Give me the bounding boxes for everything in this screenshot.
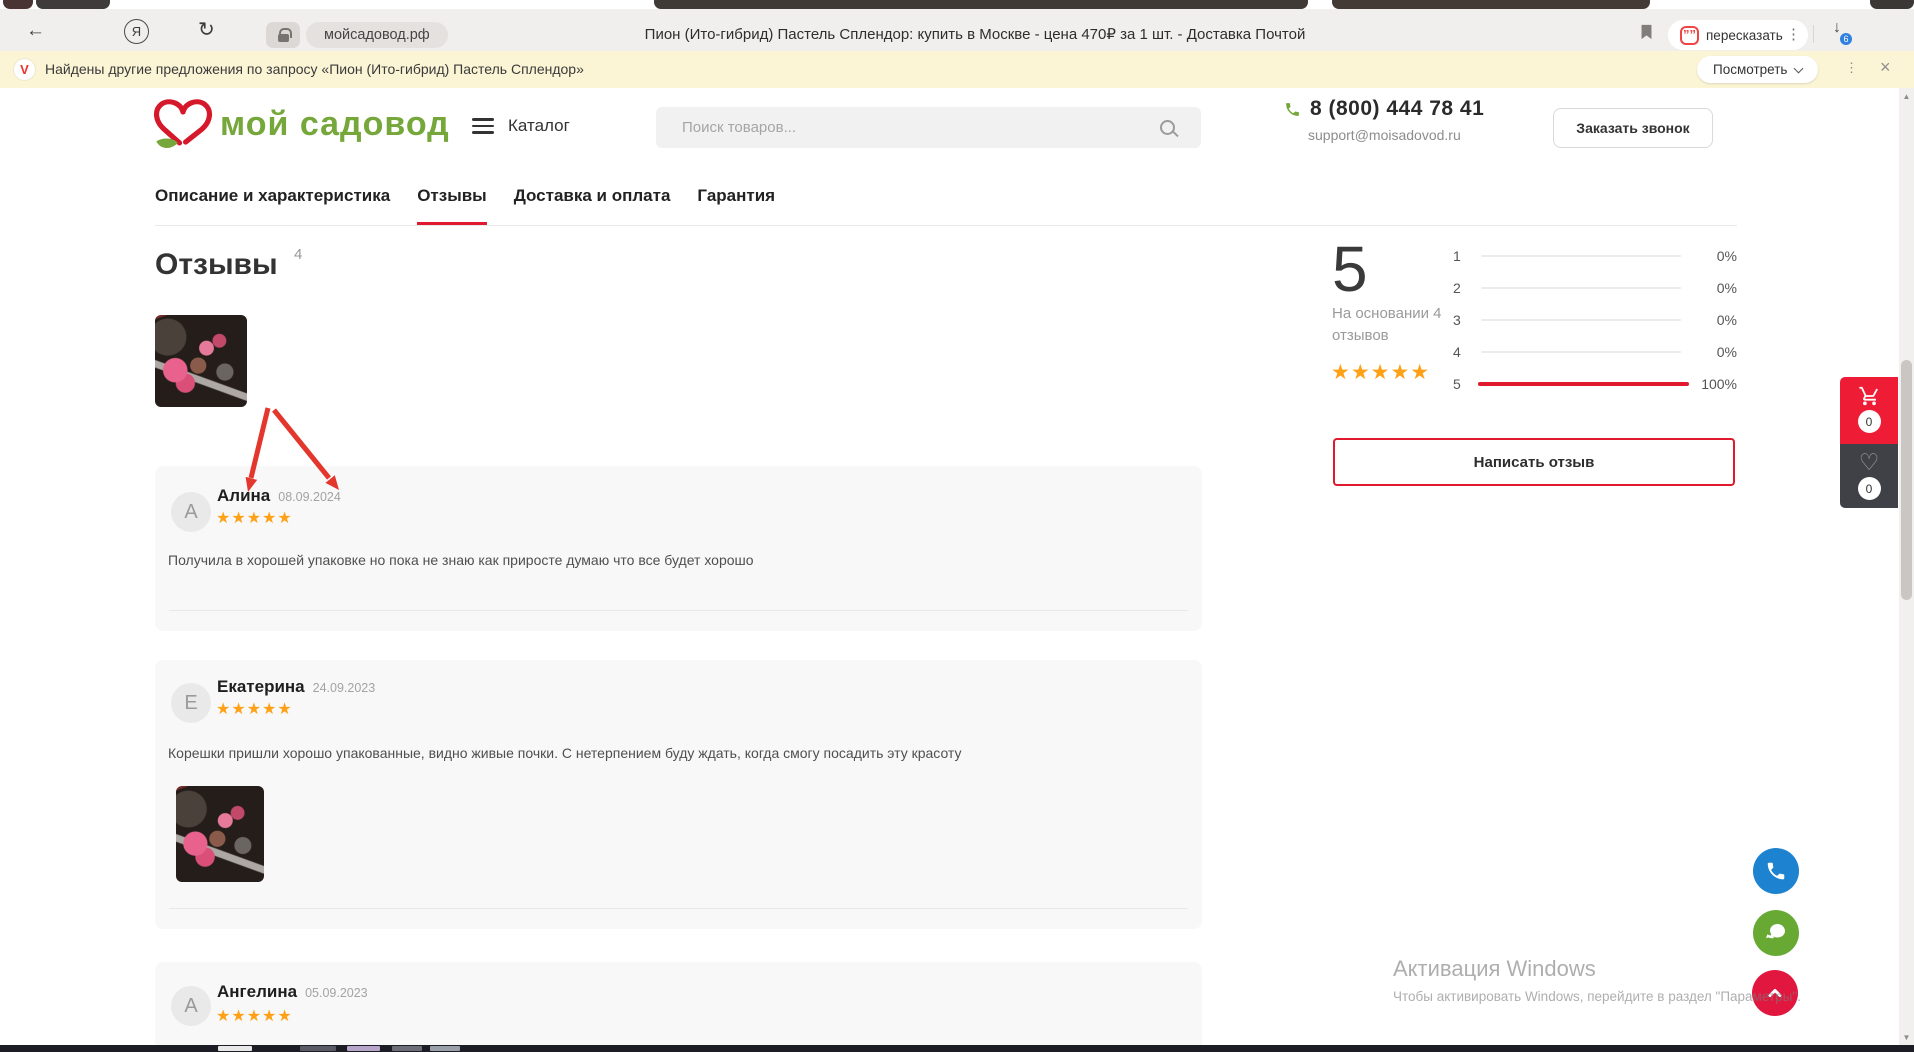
avatar: Е <box>171 683 211 723</box>
notification-menu-icon[interactable]: ⋮ <box>1845 60 1858 76</box>
scrollbar-thumb[interactable] <box>1901 360 1912 600</box>
chevron-up-icon <box>1763 981 1787 1005</box>
reviews-heading: Отзывы <box>155 248 278 282</box>
browser-tab[interactable] <box>654 0 1308 9</box>
tab-delivery[interactable]: Доставка и оплата <box>514 186 671 225</box>
annotation-arrows <box>230 400 360 510</box>
phone-icon <box>1284 101 1301 118</box>
chat-icon <box>1764 921 1788 945</box>
rating-score: 5 <box>1332 232 1368 306</box>
reviewer-name: Ангелина05.09.2023 <box>217 982 368 1002</box>
site-header: мой садовод Каталог 8 (800) 444 78 41 su… <box>0 88 1899 176</box>
notification-close-icon[interactable]: × <box>1880 57 1891 78</box>
rating-bar-row: 30% <box>1453 304 1737 336</box>
review-date: 05.09.2023 <box>305 986 368 1000</box>
call-fab-button[interactable] <box>1753 848 1799 894</box>
review-date: 24.09.2023 <box>313 681 376 695</box>
bookmark-icon[interactable] <box>1638 22 1655 42</box>
offers-notification-bar: V Найдены другие предложения по запросу … <box>0 51 1914 88</box>
tab-reviews[interactable]: Отзывы <box>417 186 487 225</box>
address-bar-domain[interactable]: мойсадовод.рф <box>306 22 448 48</box>
review-stars: ★★★★★ <box>216 1006 293 1026</box>
support-email[interactable]: support@moisadovod.ru <box>1308 127 1484 143</box>
tabs-divider <box>155 225 1737 226</box>
hamburger-icon <box>472 114 494 138</box>
write-review-button[interactable]: Написать отзыв <box>1333 438 1735 486</box>
phone-number[interactable]: 8 (800) 444 78 41 <box>1310 97 1484 121</box>
screen: ← Я ↻ мойсадовод.рф Пион (Ито-гибрид) Па… <box>0 0 1914 1052</box>
phone-icon <box>1765 860 1787 882</box>
review-text: Корешки пришли хорошо упакованные, видно… <box>168 745 962 761</box>
rating-bar-row: 10% <box>1453 240 1737 272</box>
scroll-up-icon[interactable]: ▲ <box>1899 92 1914 101</box>
browser-tab[interactable] <box>1870 0 1914 9</box>
browser-toolbar: ← Я ↻ мойсадовод.рф Пион (Ито-гибрид) Па… <box>0 9 1914 51</box>
cart-widget[interactable]: 0 <box>1840 377 1898 444</box>
heart-icon: ♡ <box>1859 450 1880 474</box>
quote-icon: ”” <box>1680 26 1699 45</box>
product-tabs: Описание и характеристика Отзывы Доставк… <box>155 186 775 225</box>
heart-logo-icon <box>152 96 214 152</box>
notification-text: Найдены другие предложения по запросу «П… <box>45 61 584 77</box>
logo-text: мой садовод <box>220 105 450 144</box>
rating-distribution: 10% 20% 30% 40% 5100% <box>1453 240 1737 400</box>
downloads-button[interactable]: ↓ 6 <box>1826 21 1848 35</box>
review-attachment-photo[interactable] <box>176 786 264 882</box>
rating-bar-row: 40% <box>1453 336 1737 368</box>
ssl-lock-chip[interactable] <box>266 22 300 48</box>
reviewer-name: Екатерина24.09.2023 <box>217 677 375 697</box>
review-stars: ★★★★★ <box>216 699 293 719</box>
chat-fab-button[interactable] <box>1753 910 1799 956</box>
downloads-badge: 6 <box>1838 31 1854 47</box>
request-call-button[interactable]: Заказать звонок <box>1553 108 1713 148</box>
favorites-count: 0 <box>1858 477 1881 500</box>
tab-warranty[interactable]: Гарантия <box>697 186 775 225</box>
page-scrollbar[interactable]: ▲ ▼ <box>1899 88 1914 1046</box>
review-photo-thumbnail[interactable] <box>155 315 247 407</box>
catalog-button[interactable]: Каталог <box>472 114 570 138</box>
review-stars: ★★★★★ <box>216 508 293 528</box>
page-title: Пион (Ито-гибрид) Пастель Сплендор: купи… <box>500 25 1450 43</box>
yandex-offer-icon: V <box>14 59 35 80</box>
avatar: А <box>171 986 211 1026</box>
browser-tab[interactable] <box>36 0 110 9</box>
rating-bar-row: 5100% <box>1453 368 1737 400</box>
lock-icon <box>278 34 289 42</box>
search-icon[interactable] <box>1160 120 1175 135</box>
card-divider <box>169 610 1188 611</box>
windows-activation-watermark: Активация Windows Чтобы активировать Win… <box>1393 956 1801 1004</box>
favorites-widget[interactable]: ♡ 0 <box>1840 444 1898 508</box>
back-icon[interactable]: ← <box>26 21 45 40</box>
review-card: А Ангелина05.09.2023 ★★★★★ <box>155 962 1202 1052</box>
yandex-icon[interactable]: Я <box>124 19 149 44</box>
browser-tab-strip <box>0 0 1914 9</box>
scroll-down-icon[interactable]: ▼ <box>1899 1033 1914 1042</box>
browser-tab[interactable] <box>3 0 33 9</box>
review-text: Получила в хорошей упаковке но пока не з… <box>168 552 754 568</box>
chevron-down-icon <box>1794 63 1804 73</box>
avatar: А <box>171 492 211 532</box>
site-logo[interactable]: мой садовод <box>152 96 450 152</box>
rating-bar-row: 20% <box>1453 272 1737 304</box>
scroll-top-fab-button[interactable] <box>1752 970 1798 1016</box>
view-offers-button[interactable]: Посмотреть <box>1697 56 1818 83</box>
rating-stars: ★★★★★ <box>1331 360 1430 385</box>
cart-icon <box>1857 385 1882 407</box>
search-input[interactable] <box>656 119 1160 136</box>
tab-description[interactable]: Описание и характеристика <box>155 186 390 225</box>
review-card: Е Екатерина24.09.2023 ★★★★★ Корешки приш… <box>155 660 1202 929</box>
search-box <box>656 107 1201 148</box>
refresh-icon[interactable]: ↻ <box>198 20 215 40</box>
cart-count: 0 <box>1858 410 1881 433</box>
reviews-count: 4 <box>294 246 302 263</box>
card-divider <box>169 908 1188 909</box>
taskbar-sliver <box>0 1045 1914 1052</box>
browser-tab[interactable] <box>1332 0 1650 9</box>
toolbar-separator <box>1813 25 1814 43</box>
rating-basis: На основании 4 отзывов <box>1332 303 1452 347</box>
contact-block: 8 (800) 444 78 41 support@moisadovod.ru <box>1284 97 1484 143</box>
retell-menu-icon[interactable]: ⋮ <box>1786 27 1801 42</box>
